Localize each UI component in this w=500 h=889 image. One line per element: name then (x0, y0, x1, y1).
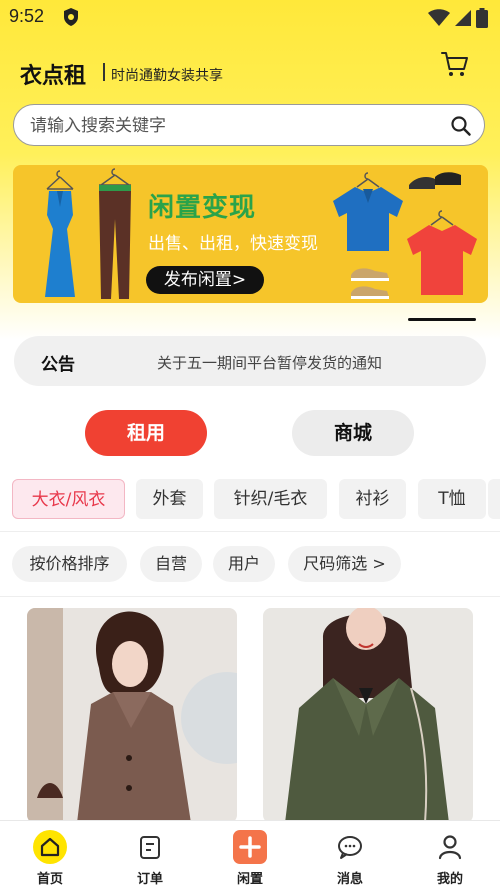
nav-home[interactable]: 首页 (0, 821, 100, 889)
nav-profile[interactable]: 我的 (400, 821, 500, 889)
user-icon (432, 829, 468, 865)
announcement-text[interactable]: 关于五一期间平台暂停发货的通知 (157, 352, 382, 373)
banner-page-indicator (408, 318, 476, 321)
shield-icon (62, 7, 80, 31)
mall-tab[interactable]: 商城 (292, 410, 414, 456)
dress-illustration (45, 170, 75, 297)
battery-icon (476, 8, 488, 28)
nav-profile-label: 我的 (436, 872, 463, 887)
category-knitwear[interactable]: 针织/毛衣 (214, 479, 327, 519)
message-icon (332, 829, 368, 865)
nav-messages-label: 消息 (336, 872, 363, 887)
bottom-navigation: 首页 订单 闲置 消息 我的 (0, 820, 500, 888)
pants-illustration (99, 168, 131, 299)
signal-icon (455, 10, 471, 26)
home-icon (32, 829, 68, 865)
promo-banner[interactable]: 闲置变现 出售、出租，快速变现 发布闲置> (13, 165, 488, 303)
cart-icon[interactable] (440, 49, 470, 79)
filter-divider (0, 596, 500, 597)
self-operated-filter[interactable]: 自营 (140, 546, 202, 582)
product-card[interactable] (27, 608, 237, 823)
size-filter[interactable]: 尺码筛选 > (288, 546, 401, 582)
order-icon (132, 829, 168, 865)
search-input[interactable] (28, 113, 432, 139)
nav-home-label: 首页 (36, 872, 63, 887)
nav-orders[interactable]: 订单 (100, 821, 200, 889)
nav-idle-label: 闲置 (236, 872, 263, 887)
category-tshirt[interactable]: T恤 (418, 479, 486, 519)
category-jacket[interactable]: 外套 (136, 479, 203, 519)
wifi-icon (428, 9, 450, 26)
app-title: 衣点租 (20, 64, 87, 89)
announcement-label: 公告 (41, 355, 75, 375)
app-tagline: 时尚通勤女装共享 (111, 68, 223, 84)
sneakers-illustration (351, 268, 389, 299)
announcement-bar[interactable]: 公告 关于五一期间平台暂停发货的通知 (14, 336, 486, 386)
polo-shirt-illustration (333, 172, 403, 251)
banner-subtitle: 出售、出租，快速变现 (148, 234, 318, 254)
nav-messages[interactable]: 消息 (300, 821, 400, 889)
status-bar: 9:52 (0, 0, 500, 34)
plus-icon (232, 829, 268, 865)
category-more[interactable] (488, 479, 500, 519)
nav-orders-label: 订单 (136, 872, 163, 887)
product-image-brown-coat (27, 608, 237, 823)
product-image-olive-trench (263, 608, 473, 823)
status-time: 9:52 (9, 6, 45, 26)
rent-tab[interactable]: 租用 (85, 410, 207, 456)
category-coat-trench[interactable]: 大衣/风衣 (12, 479, 125, 519)
shoes-illustration (409, 172, 461, 189)
sort-by-price-filter[interactable]: 按价格排序 (12, 546, 127, 582)
search-icon[interactable] (450, 115, 472, 141)
banner-title: 闲置变现 (148, 193, 257, 223)
user-filter[interactable]: 用户 (213, 546, 275, 582)
category-divider (0, 531, 500, 532)
title-divider (103, 63, 105, 81)
publish-idle-button[interactable]: 发布闲置> (146, 266, 264, 294)
search-bar[interactable] (13, 104, 485, 146)
red-shirt-illustration (407, 210, 477, 295)
product-card[interactable] (263, 608, 473, 823)
nav-idle[interactable]: 闲置 (200, 821, 300, 889)
category-tabs: 大衣/风衣 外套 针织/毛衣 衬衫 T恤 (12, 479, 500, 521)
category-shirt[interactable]: 衬衫 (339, 479, 406, 519)
